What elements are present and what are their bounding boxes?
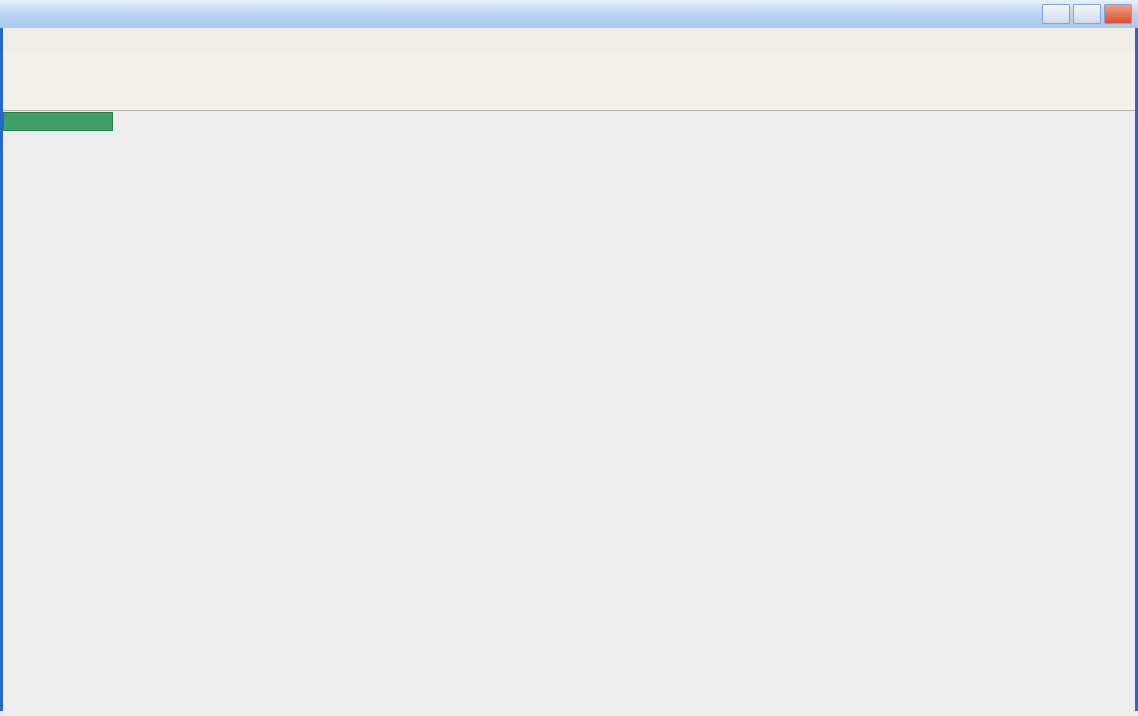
menu-bar (0, 28, 1138, 53)
title-bar[interactable] (0, 0, 1138, 29)
gann-wheel-svg (0, 110, 1138, 711)
index-name-header (3, 112, 113, 131)
minimize-button[interactable] (1042, 4, 1070, 24)
maximize-button[interactable] (1073, 4, 1101, 24)
index-info-panel (3, 112, 113, 131)
window-border-left (0, 28, 3, 711)
window-controls (1042, 4, 1132, 24)
app-window: { "window": { "title": "赢家江恩专业版[赢家服务平台] … (0, 0, 1138, 711)
main-toolbar (0, 52, 1138, 85)
gann-wheel-area[interactable] (0, 110, 1138, 711)
drawing-toolbar (0, 84, 1138, 111)
close-button[interactable] (1104, 4, 1132, 24)
